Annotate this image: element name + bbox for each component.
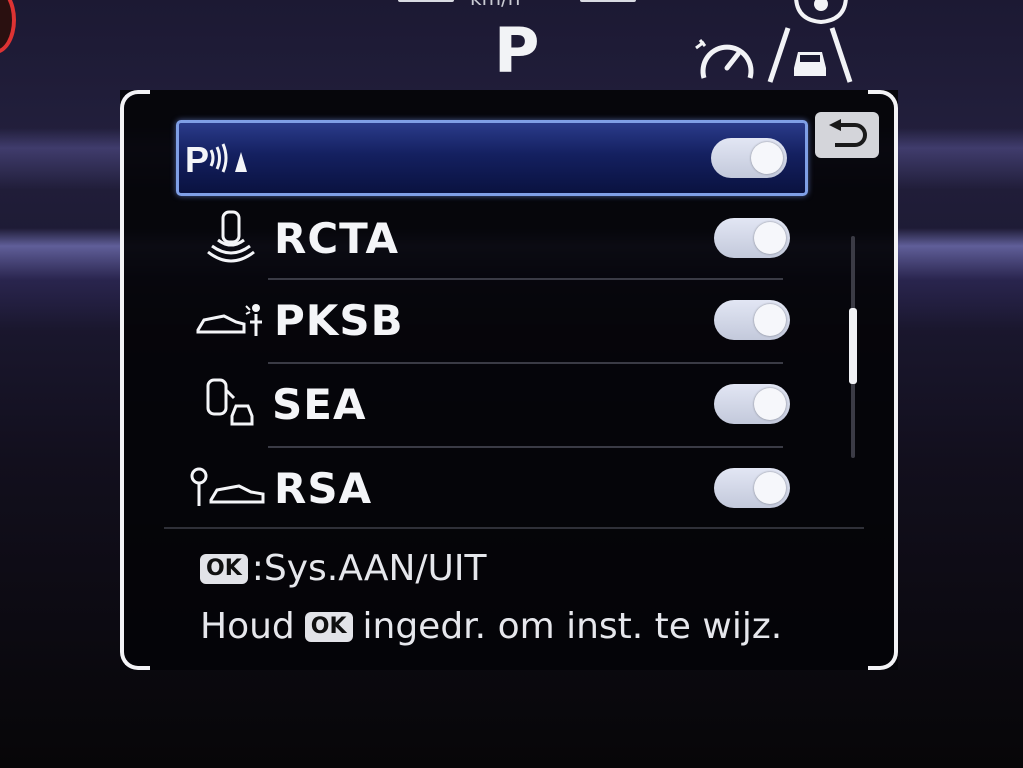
gauge-edge (0, 0, 16, 54)
menu-item-rcta[interactable]: RCTA (176, 202, 808, 274)
hint-system-toggle: OK :Sys.AAN/UIT (200, 548, 487, 589)
toggle-switch[interactable] (714, 300, 790, 340)
frame-corner (120, 90, 150, 120)
ok-button-icon: OK (304, 611, 353, 642)
menu-item-pksb[interactable]: PKSB (176, 284, 808, 356)
hint-text: ingedr. om inst. te wijz. (362, 606, 783, 647)
row-divider (268, 362, 783, 364)
svg-text:P: P (185, 139, 209, 178)
toggle-switch[interactable] (714, 468, 790, 508)
road-sign-assist-icon (186, 462, 268, 514)
menu-item-label: PKSB (274, 295, 404, 345)
menu-item-label: RSA (274, 463, 373, 513)
scrollbar-thumb[interactable] (849, 308, 857, 384)
menu-item-rsa[interactable]: RSA (176, 452, 808, 524)
frame-corner (120, 640, 150, 670)
speed-unit: km/h (470, 0, 520, 10)
speed-bar-left (398, 0, 454, 2)
menu-item-sea[interactable]: SEA (176, 368, 808, 440)
hint-text: :Sys.AAN/UIT (251, 548, 487, 589)
back-arrow-icon (829, 119, 867, 147)
driver-monitor-icon (794, 0, 848, 24)
row-divider (268, 446, 783, 448)
back-button[interactable] (815, 112, 879, 158)
gear-indicator: P (494, 14, 540, 87)
rear-cross-traffic-icon (196, 210, 268, 264)
speed-bar-right (580, 0, 636, 2)
safe-exit-assist-icon (194, 378, 266, 430)
row-divider (268, 278, 783, 280)
parking-sensor-icon: P (179, 132, 259, 184)
hint-text: Houd (200, 606, 295, 647)
hint-hold-to-change: Houd OK ingedr. om inst. te wijz. (200, 606, 782, 647)
ok-button-icon: OK (200, 553, 248, 584)
menu-item-label: SEA (272, 379, 367, 429)
frame-edge (894, 114, 898, 646)
toggle-switch[interactable] (711, 138, 787, 178)
frame-edge (120, 114, 124, 646)
footer-divider (164, 527, 864, 529)
menu-item-label: RCTA (274, 213, 400, 263)
cruise-control-icon (695, 39, 754, 79)
lane-assist-icon (767, 27, 853, 83)
toggle-switch[interactable] (714, 218, 790, 258)
menu-item-parking-sensor[interactable]: P (176, 120, 808, 196)
settings-panel: P RCTA PKSB SEA RSA OK:Sys.AAN/UIT Houd… (120, 90, 898, 670)
parking-brake-support-icon (192, 294, 268, 346)
toggle-switch[interactable] (714, 384, 790, 424)
